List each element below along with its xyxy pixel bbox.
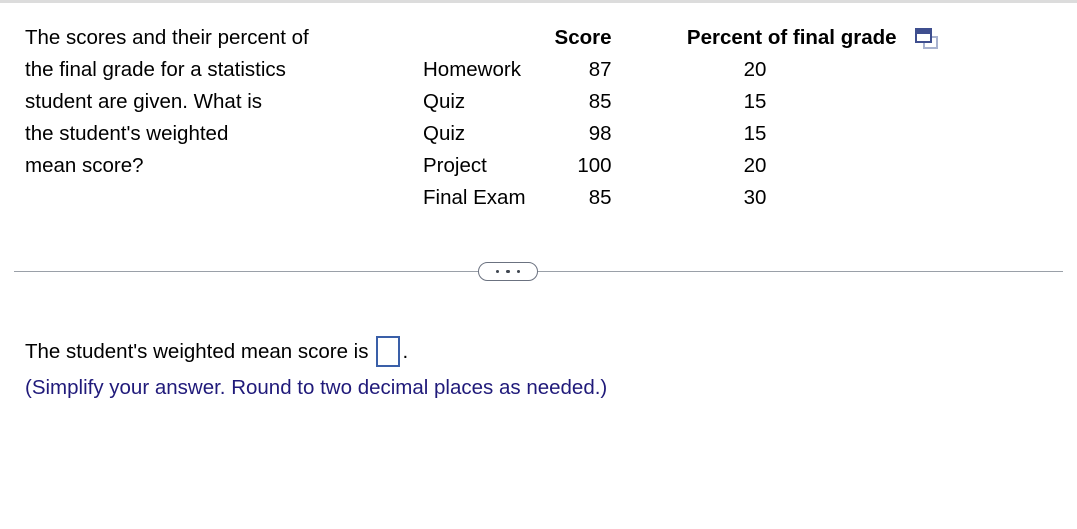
table-header-row: Score Percent of final grade (423, 22, 939, 54)
answer-label-before: The student's weighted mean score is (25, 339, 369, 363)
table-header-percent: Percent of final grade (686, 26, 897, 49)
ellipsis-icon-dot (516, 269, 521, 274)
table-row: Homework 87 20 (423, 54, 939, 86)
row-score: 100 (577, 154, 612, 177)
row-percent: 15 (743, 90, 767, 113)
popout-front-window (914, 27, 932, 43)
table-body: Homework 87 20 Quiz 85 15 Quiz 98 15 Pro… (423, 54, 939, 214)
row-spacer (899, 54, 939, 86)
row-score: 85 (588, 186, 612, 209)
ellipsis-icon-dot (495, 269, 500, 274)
table-row: Quiz 98 15 (423, 118, 939, 150)
row-score: 85 (588, 90, 612, 113)
table-row: Quiz 85 15 (423, 86, 939, 118)
row-spacer (899, 182, 939, 214)
popout-window-icon[interactable] (914, 27, 939, 50)
question-prompt: The scores and their percent of the fina… (25, 26, 309, 177)
table-row: Project 100 20 (423, 150, 939, 182)
row-percent: 30 (743, 186, 767, 209)
more-options-button[interactable] (478, 262, 538, 281)
row-label: Quiz (423, 122, 466, 145)
answer-label-after: . (402, 339, 409, 363)
row-spacer (899, 150, 939, 182)
row-label: Homework (423, 58, 521, 81)
row-score: 87 (588, 58, 612, 81)
answer-line: The student's weighted mean score is . (25, 336, 408, 367)
row-label: Project (423, 154, 487, 177)
table-header-score: Score (554, 26, 612, 49)
row-percent: 20 (743, 154, 767, 177)
answer-input[interactable] (375, 336, 400, 367)
row-percent: 20 (743, 58, 767, 81)
row-score: 98 (588, 122, 612, 145)
answer-hint: (Simplify your answer. Round to two deci… (25, 376, 608, 399)
ellipsis-icon-dot (506, 269, 510, 274)
row-label: Quiz (423, 90, 466, 113)
table-row: Final Exam 85 30 (423, 182, 939, 214)
table-header-label (423, 22, 526, 54)
section-divider (14, 271, 1063, 272)
row-label: Final Exam (423, 186, 526, 209)
scores-table: Score Percent of final grade Homework 87… (423, 22, 939, 214)
popout-button-cell[interactable] (899, 22, 939, 54)
top-edge-strip (0, 0, 1077, 3)
row-spacer (899, 86, 939, 118)
row-percent: 15 (743, 122, 767, 145)
row-spacer (899, 118, 939, 150)
question-panel: The scores and their percent of the fina… (0, 0, 1077, 529)
